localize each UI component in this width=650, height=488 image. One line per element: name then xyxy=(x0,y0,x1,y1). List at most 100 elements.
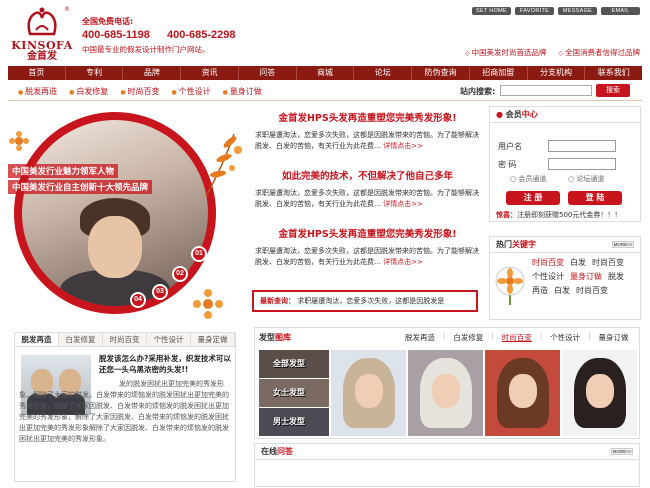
nav-branches[interactable]: 分支机构 xyxy=(528,66,586,80)
gallery-tab-fashion[interactable]: 时尚百变 xyxy=(502,332,532,343)
subnav-fashion[interactable]: 时尚百变 xyxy=(120,86,159,97)
person-icon: ● xyxy=(496,110,503,119)
nav-home[interactable]: 首页 xyxy=(8,66,66,80)
nav-mall[interactable]: 商城 xyxy=(297,66,355,80)
nav-patent[interactable]: 专利 xyxy=(66,66,124,80)
news-item: 金首发HPS头发再造重塑您完美秀发形象! 求职屡遭淘汰，恋爱多次失败，这都是因脱… xyxy=(255,226,480,268)
subnav-hair-regrowth[interactable]: 脱发再造 xyxy=(18,86,57,97)
news-summary: 求职屡遭淘汰，恋爱多次失败，这都是因脱发带来的苦恼。为了能够解决脱发、白发的苦恼… xyxy=(255,189,479,208)
message-button[interactable]: MESSAGE xyxy=(558,7,597,15)
forum-channel-radio[interactable]: 论坛通道 xyxy=(568,174,604,184)
member-title: ● 会员中心 xyxy=(490,107,640,123)
login-button[interactable]: 登 陆 xyxy=(568,191,622,205)
news-title[interactable]: 金首发HPS头发再造重塑您完美秀发形象! xyxy=(255,226,480,240)
email-button[interactable]: EMAIL xyxy=(601,7,640,15)
subnav-custom-design[interactable]: 个性设计 xyxy=(171,86,211,97)
news-summary: 求职屡遭淘汰，恋爱多次失败，这都是因脱发带来的苦恼。为了能够解决脱发、白发的苦恼… xyxy=(255,247,479,266)
nav-qa[interactable]: 问答 xyxy=(239,66,297,80)
latest-query-box[interactable]: 最新查询： 求职屡遭淘汰，恋爱多次失败，这都是因脱发是 xyxy=(252,290,478,312)
gallery-tab-custom-design[interactable]: 个性设计 xyxy=(550,332,580,343)
search-input[interactable] xyxy=(500,85,592,96)
top-link-brand[interactable]: 中国美发时尚首选品牌 xyxy=(465,47,546,58)
gallery-photos xyxy=(331,350,637,436)
slide-dot-3[interactable]: 03 xyxy=(152,284,168,300)
keywords-more-button[interactable]: MORE>> xyxy=(612,241,634,248)
tab-made-to-measure[interactable]: 量身定做 xyxy=(191,333,235,346)
member-channel-radio[interactable]: 会员通道 xyxy=(510,174,546,184)
set-home-button[interactable]: SET HOME xyxy=(472,7,511,15)
online-qa-more-button[interactable]: MORE>> xyxy=(611,448,633,455)
nav-franchise[interactable]: 招商加盟 xyxy=(470,66,528,80)
gallery-tab-hair-regrowth[interactable]: 脱发再造 xyxy=(405,332,435,343)
hairstyle-gallery: 发型图库 脱发再造 | 白发修复 | 时尚百变 | 个性设计 | 量身订做 全部发型 女… xyxy=(254,327,640,439)
gallery-photo[interactable] xyxy=(485,350,560,436)
decorative-flower-icon xyxy=(9,131,29,151)
hotline-numbers: 400-685-1198 400-685-2298 xyxy=(82,29,342,41)
keyword-link[interactable]: 个性设计 xyxy=(532,271,564,282)
slide-dot-4[interactable]: 04 xyxy=(130,292,146,308)
hotline-number-1: 400-685-1198 xyxy=(82,29,150,41)
username-label: 用户名 xyxy=(498,142,522,151)
gallery-tab-white-hair[interactable]: 白发修复 xyxy=(453,332,483,343)
nav-news[interactable]: 资讯 xyxy=(181,66,239,80)
news-more-link[interactable]: 详情点击>> xyxy=(383,200,423,208)
username-input[interactable] xyxy=(548,140,616,152)
slide-dot-1[interactable]: 01 xyxy=(191,246,207,262)
keyword-link[interactable]: 量身订做 xyxy=(570,271,602,282)
keyword-link[interactable]: 白发 xyxy=(554,285,570,296)
password-input[interactable] xyxy=(548,158,616,170)
category-all-styles[interactable]: 全部发型 xyxy=(259,350,329,378)
brand-name-cn: 金首发 xyxy=(27,51,57,62)
gallery-photo[interactable] xyxy=(331,350,406,436)
tab-fashion[interactable]: 时尚百变 xyxy=(103,333,147,346)
nav-contact[interactable]: 联系我们 xyxy=(585,66,642,80)
tab-headline[interactable]: 脱发该怎么办?采用补发，织发技术可以还您一头乌黑浓密的头发!! xyxy=(99,353,233,375)
nav-forum[interactable]: 论坛 xyxy=(354,66,413,80)
subnav-made-to-measure[interactable]: 量身订做 xyxy=(223,86,262,97)
site-slogan: 中国最专业的假发设计制作门户网站。 xyxy=(82,45,210,54)
news-title[interactable]: 金首发HPS头发再造重塑您完美秀发形象! xyxy=(255,110,480,124)
category-men-styles[interactable]: 男士发型 xyxy=(259,408,329,436)
tab-hair-regrowth[interactable]: 脱发再造 xyxy=(15,333,59,346)
service-tabs-panel: 脱发再造 白发修复 时尚百变 个性设计 量身定做 脱发该怎么办?采用补发，织发技… xyxy=(14,332,236,482)
search-button[interactable]: 搜索 xyxy=(596,84,630,97)
nav-brand[interactable]: 品牌 xyxy=(123,66,182,80)
keyword-link[interactable]: 再造 xyxy=(532,285,548,296)
hot-keywords-box: 热门关键字 MORE>> 时尚百变 白发 时尚百变 个性设计 量身订做 脱发 再… xyxy=(489,236,641,320)
tab-custom-design[interactable]: 个性设计 xyxy=(147,333,191,346)
sub-nav: 脱发再造 白发修复 时尚百变 个性设计 量身订做 站内搜索: 搜索 xyxy=(8,81,642,101)
gallery-photo[interactable] xyxy=(562,350,637,436)
favorite-button[interactable]: FAVORITE xyxy=(515,7,554,15)
keyword-link[interactable]: 时尚百变 xyxy=(576,285,608,296)
decorative-flower-icon xyxy=(495,266,525,305)
tab-white-hair[interactable]: 白发修复 xyxy=(59,333,103,346)
gallery-photo[interactable] xyxy=(408,350,483,436)
register-button[interactable]: 注 册 xyxy=(506,191,560,205)
hero-banner[interactable]: 中国美发行业魅力领军人物 中国美发行业自主创新十大领先品牌 01 02 03 0… xyxy=(8,104,248,324)
keyword-link[interactable]: 白发 xyxy=(570,257,586,268)
member-login-box: ● 会员中心 用户名 密 码 会员通道 论坛通道 注 册 登 陆 惊喜：注册即刻… xyxy=(489,106,641,222)
news-more-link[interactable]: 详情点击>> xyxy=(383,258,423,266)
keyword-link[interactable]: 时尚百变 xyxy=(532,257,564,268)
slide-dot-2[interactable]: 02 xyxy=(172,266,188,282)
gallery-title: 发型图库 xyxy=(259,333,291,342)
keyword-link[interactable]: 时尚百变 xyxy=(592,257,624,268)
keyword-link[interactable]: 脱发 xyxy=(608,271,624,282)
sub-nav-list: 脱发再造 白发修复 时尚百变 个性设计 量身订做 xyxy=(18,86,262,97)
subnav-white-hair[interactable]: 白发修复 xyxy=(69,86,108,97)
news-title[interactable]: 如此完美的技术，不但解决了他自己多年 xyxy=(255,168,480,182)
gallery-tab-made-to-measure[interactable]: 量身订做 xyxy=(598,332,628,343)
logo[interactable]: ® KINSOFA 金首发 xyxy=(6,4,78,62)
online-qa-title: 在线问答 MORE>> xyxy=(255,444,639,460)
register-notice[interactable]: 惊喜：注册即刻获赠500元代金券！！！ xyxy=(496,210,621,220)
brand-name-en: KINSOFA xyxy=(11,39,73,52)
news-summary: 求职屡遭淘汰，恋爱多次失败，这都是因脱发带来的苦恼。为了能够解决脱发、白发的苦恼… xyxy=(255,131,479,150)
main-nav: 首页 专利 品牌 资讯 问答 商城 论坛 防伪查询 招商加盟 分支机构 联系我们 xyxy=(8,66,642,80)
registered-mark: ® xyxy=(64,6,70,13)
news-more-link[interactable]: 详情点击>> xyxy=(383,142,423,150)
keywords-title: 热门关键字 MORE>> xyxy=(490,237,640,253)
keyword-list: 时尚百变 白发 时尚百变 个性设计 量身订做 脱发 再造 白发 时尚百变 xyxy=(532,257,638,296)
category-women-styles[interactable]: 女士发型 xyxy=(259,379,329,407)
nav-anti-fake[interactable]: 防伪查询 xyxy=(412,66,470,80)
top-link-trust[interactable]: 全国消费者信得过品牌 xyxy=(558,47,640,58)
